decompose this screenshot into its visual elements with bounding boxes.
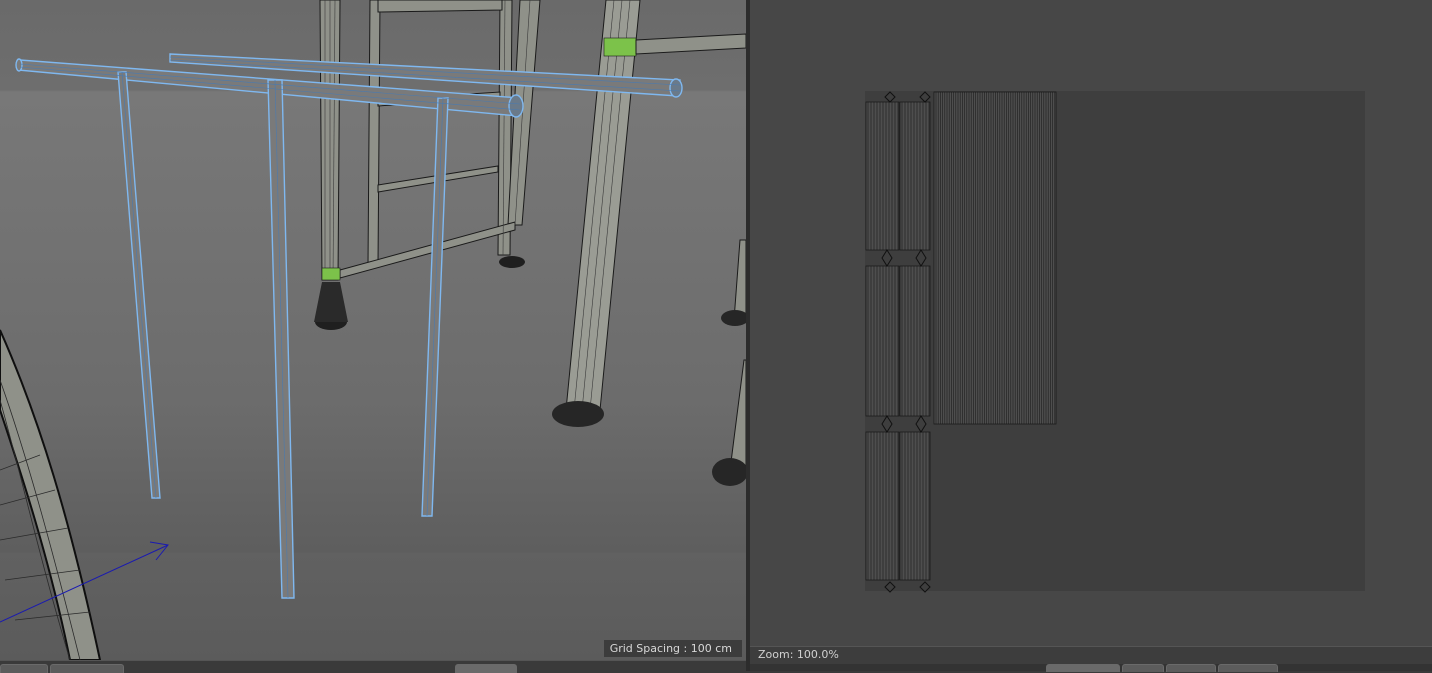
post-foot [499, 256, 525, 268]
viewport-tab[interactable] [50, 664, 124, 673]
viewport-tab[interactable] [455, 664, 517, 673]
3d-viewport[interactable]: Grid Spacing : 100 cm [0, 0, 746, 660]
viewport-tab[interactable] [0, 664, 48, 673]
curved-slide [0, 329, 102, 660]
grid-spacing-readout: Grid Spacing : 100 cm [603, 640, 742, 657]
uv-status-bar: Zoom: 100.0% [750, 646, 1432, 665]
green-band [321, 267, 341, 281]
ladder-frame [319, 0, 541, 281]
slanted-post [552, 0, 746, 427]
zoom-readout: Zoom: 100.0% [758, 648, 839, 661]
right-edge-posts [712, 239, 746, 486]
viewport-bottom-bar [0, 660, 746, 673]
uv-layout[interactable] [750, 0, 1432, 646]
uv-editor-canvas[interactable] [750, 0, 1432, 646]
post-foot-cone [314, 282, 348, 322]
viewport-scene[interactable] [0, 0, 746, 660]
uv-bottom-bar [750, 664, 1432, 672]
